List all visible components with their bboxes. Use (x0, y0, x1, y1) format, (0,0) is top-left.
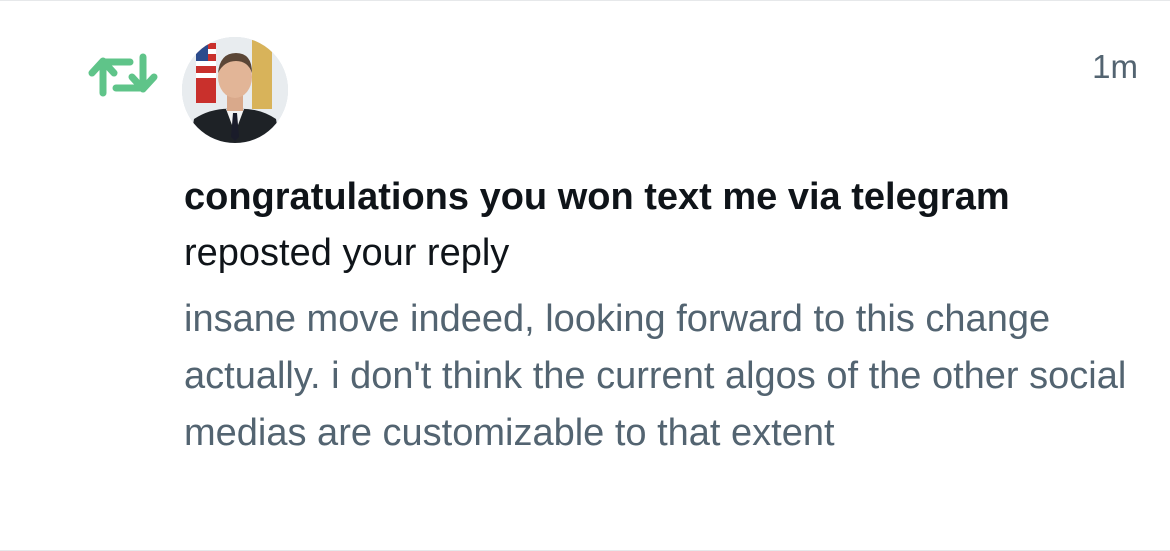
notification-headline: congratulations you won text me via tele… (184, 169, 1084, 281)
avatar[interactable] (182, 37, 288, 143)
repost-icon (88, 53, 158, 97)
reply-text[interactable]: insane move indeed, looking forward to t… (184, 291, 1134, 462)
action-text: reposted your reply (184, 232, 510, 274)
user-name-link[interactable]: congratulations you won text me via tele… (184, 176, 1010, 218)
notification-card[interactable]: 1m congratulations you won text me via t… (0, 0, 1170, 551)
timestamp: 1m (1092, 48, 1138, 85)
